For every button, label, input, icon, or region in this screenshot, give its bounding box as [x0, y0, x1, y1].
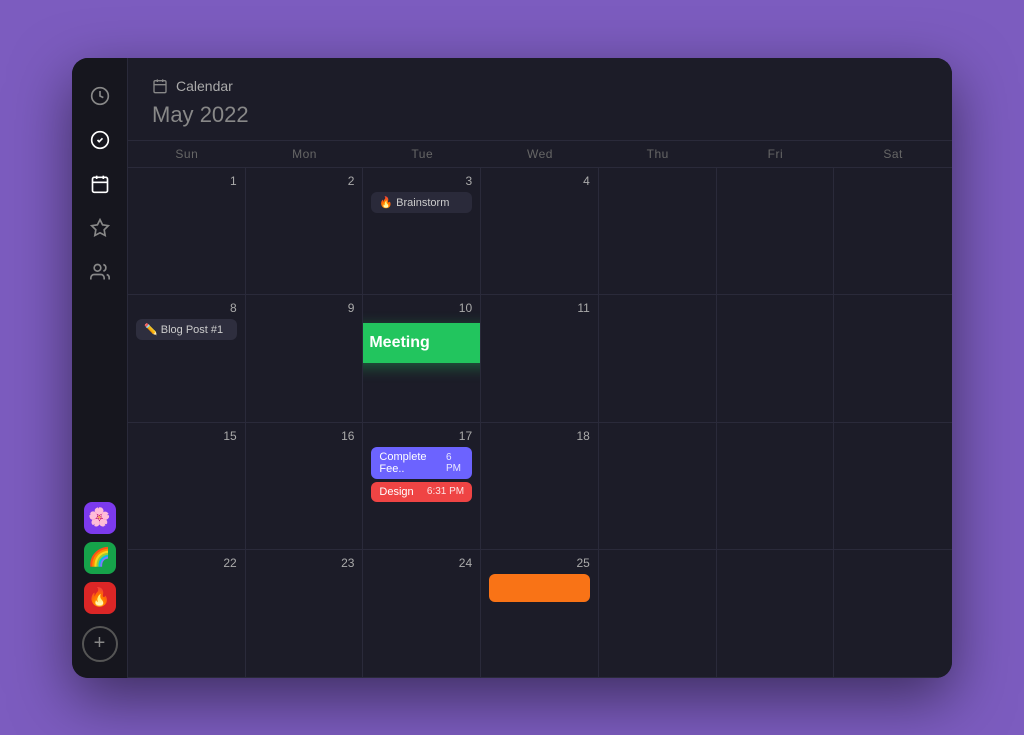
event-meeting[interactable]: 📞 Meeting ☝ — [363, 323, 481, 363]
event-design[interactable]: Design 6:31 PM — [371, 482, 472, 502]
cell-fri-20[interactable] — [717, 423, 835, 550]
cell-sun-15[interactable]: 15 — [128, 423, 246, 550]
date-1: 1 — [136, 174, 237, 188]
cell-tue-24[interactable]: 24 — [363, 550, 481, 677]
date-25: 25 — [489, 556, 590, 570]
cell-mon-2[interactable]: 2 — [246, 168, 364, 295]
cell-thu-19[interactable] — [599, 423, 717, 550]
date-15: 15 — [136, 429, 237, 443]
cell-wed-25[interactable]: 25 — [481, 550, 599, 677]
cell-sat-21[interactable] — [834, 423, 952, 550]
event-complete-fee[interactable]: Complete Fee.. 6 PM — [371, 447, 472, 479]
day-header-sat: Sat — [834, 141, 952, 167]
cell-sun-22[interactable]: 22 — [128, 550, 246, 677]
year-value: 2022 — [200, 102, 249, 127]
sidebar-icon-users[interactable] — [82, 254, 118, 290]
meeting-label: Meeting — [369, 334, 429, 352]
calendar-row-4: 22 23 24 25 — [128, 550, 952, 678]
cell-sat-28[interactable] — [834, 550, 952, 677]
main-content: Calendar May 2022 Sun Mon Tue Wed Thu Fr… — [128, 58, 952, 678]
cell-wed-4[interactable]: 4 — [481, 168, 599, 295]
event-brainstorm[interactable]: 🔥 Brainstorm — [371, 192, 472, 213]
date-16: 16 — [254, 429, 355, 443]
month-year-title: May 2022 — [152, 102, 928, 128]
cell-thu-26[interactable] — [599, 550, 717, 677]
date-17: 17 — [371, 429, 472, 443]
day-header-sun: Sun — [128, 141, 246, 167]
calendar-row-3: 15 16 17 Complete Fee.. 6 PM Design 6 — [128, 423, 952, 551]
cell-sun-1[interactable]: 1 — [128, 168, 246, 295]
header-label: Calendar — [176, 78, 233, 94]
date-18: 18 — [489, 429, 590, 443]
month-name: May — [152, 102, 194, 127]
calendar-header-icon — [152, 78, 168, 94]
date-10: 10 — [371, 301, 472, 315]
sidebar-icon-calendar[interactable] — [82, 166, 118, 202]
sidebar-icon-clock[interactable] — [82, 78, 118, 114]
date-24: 24 — [371, 556, 472, 570]
date-9: 9 — [254, 301, 355, 315]
event-design-label: Design — [379, 486, 413, 498]
cell-thu-5[interactable] — [599, 168, 717, 295]
flower-app-icon[interactable]: 🌸 — [84, 502, 116, 534]
cell-mon-9[interactable]: 9 — [246, 295, 364, 422]
event-blog-post[interactable]: ✏️ Blog Post #1 — [136, 319, 237, 340]
day-headers-row: Sun Mon Tue Wed Thu Fri Sat — [128, 140, 952, 168]
cell-sat-14[interactable] — [834, 295, 952, 422]
cell-tue-10[interactable]: 10 📞 Meeting ☝ — [363, 295, 481, 422]
date-22: 22 — [136, 556, 237, 570]
event-complete-time: 6 PM — [446, 452, 464, 474]
app-window: 🌸 🌈 🔥 + Calendar May 2022 Sun Mon Tue We… — [72, 58, 952, 678]
header-title-row: Calendar — [152, 78, 928, 94]
header: Calendar May 2022 — [128, 58, 952, 140]
cell-wed-18[interactable]: 18 — [481, 423, 599, 550]
calendar-body: 1 2 3 🔥 Brainstorm 4 — [128, 168, 952, 678]
sidebar: 🌸 🌈 🔥 + — [72, 58, 128, 678]
date-11: 11 — [489, 301, 590, 315]
cell-fri-27[interactable] — [717, 550, 835, 677]
day-header-fri: Fri — [717, 141, 835, 167]
event-complete-label: Complete Fee.. — [379, 451, 438, 475]
date-2: 2 — [254, 174, 355, 188]
rainbow-app-icon[interactable]: 🌈 — [84, 542, 116, 574]
cell-tue-17[interactable]: 17 Complete Fee.. 6 PM Design 6:31 PM — [363, 423, 481, 550]
cell-fri-6[interactable] — [717, 168, 835, 295]
sidebar-icon-star[interactable] — [82, 210, 118, 246]
cell-sat-7[interactable] — [834, 168, 952, 295]
cell-thu-12[interactable] — [599, 295, 717, 422]
day-header-thu: Thu — [599, 141, 717, 167]
cell-sun-8[interactable]: 8 ✏️ Blog Post #1 — [128, 295, 246, 422]
calendar-grid: Sun Mon Tue Wed Thu Fri Sat 1 2 — [128, 140, 952, 678]
day-header-mon: Mon — [246, 141, 364, 167]
calendar-row-2: 8 ✏️ Blog Post #1 9 10 📞 Meeting ☝ — [128, 295, 952, 423]
add-button[interactable]: + — [82, 626, 118, 662]
cell-tue-3[interactable]: 3 🔥 Brainstorm — [363, 168, 481, 295]
day-header-tue: Tue — [363, 141, 481, 167]
date-8: 8 — [136, 301, 237, 315]
meeting-event-wrapper: 📞 Meeting ☝ — [363, 323, 481, 363]
date-3: 3 — [371, 174, 472, 188]
cell-mon-16[interactable]: 16 — [246, 423, 364, 550]
day-header-wed: Wed — [481, 141, 599, 167]
sidebar-icon-check[interactable] — [82, 122, 118, 158]
calendar-row-1: 1 2 3 🔥 Brainstorm 4 — [128, 168, 952, 296]
date-4: 4 — [489, 174, 590, 188]
event-design-time: 6:31 PM — [427, 486, 464, 497]
event-orange[interactable] — [489, 574, 590, 602]
date-23: 23 — [254, 556, 355, 570]
fire-app-icon[interactable]: 🔥 — [84, 582, 116, 614]
cell-mon-23[interactable]: 23 — [246, 550, 364, 677]
cell-fri-13[interactable] — [717, 295, 835, 422]
cell-wed-11[interactable]: 11 — [481, 295, 599, 422]
